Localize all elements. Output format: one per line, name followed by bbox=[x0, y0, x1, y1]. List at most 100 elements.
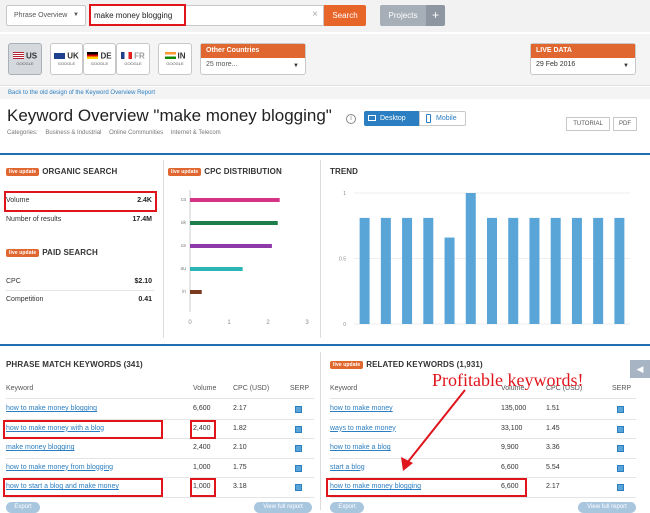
cpc-cell: 3.36 bbox=[546, 444, 560, 451]
volume-cell: 6,600 bbox=[501, 463, 519, 471]
category-item[interactable]: Business & Industrial bbox=[45, 130, 101, 136]
category-item[interactable]: Online Communities bbox=[109, 130, 163, 136]
related-keywords-header: live update RELATED KEYWORDS (1,931) bbox=[330, 360, 483, 369]
table-header-line bbox=[330, 398, 636, 399]
col-serp[interactable]: SERP bbox=[612, 385, 631, 392]
highlight-volume bbox=[4, 191, 157, 212]
volume-cell: 6,600 bbox=[193, 405, 211, 412]
trend-bar bbox=[380, 217, 391, 324]
x-tick-label: 3 bbox=[305, 320, 309, 326]
chat-icon[interactable]: ◀ bbox=[630, 360, 650, 378]
view-full-report-button[interactable]: View full report bbox=[254, 502, 312, 513]
add-project-button[interactable]: + bbox=[426, 5, 445, 26]
serp-icon[interactable] bbox=[295, 484, 302, 491]
keyword-link[interactable]: ways to make money bbox=[330, 425, 396, 432]
serp-icon[interactable] bbox=[617, 445, 624, 452]
clear-icon[interactable]: × bbox=[312, 9, 318, 20]
country-de-button[interactable]: DE GOOGLE bbox=[83, 43, 116, 75]
cpc-distribution-title: CPC DISTRIBUTION bbox=[204, 167, 282, 177]
cpc-bar bbox=[190, 290, 202, 294]
trend-bar bbox=[508, 217, 519, 324]
old-design-link[interactable]: Back to the old design of the Keyword Ov… bbox=[0, 87, 650, 99]
category-item[interactable]: Internet & Telecom bbox=[171, 130, 221, 136]
keyword-link[interactable]: how to make money bbox=[330, 405, 393, 412]
serp-icon[interactable] bbox=[295, 425, 302, 433]
mobile-icon bbox=[426, 114, 431, 123]
live-data-date: 29 Feb 2016 bbox=[536, 61, 576, 68]
country-fr-button[interactable]: FR GOOGLE bbox=[116, 43, 150, 75]
divider bbox=[6, 290, 154, 291]
country-in-button[interactable]: IN GOOGLE bbox=[158, 43, 192, 75]
country-us-button[interactable]: US GOOGLE bbox=[8, 43, 42, 75]
trend-bar bbox=[529, 217, 540, 324]
chevron-down-icon: ▼ bbox=[73, 12, 79, 18]
col-serp[interactable]: SERP bbox=[290, 385, 309, 392]
phrase-match-title: PHRASE MATCH KEYWORDS (341) bbox=[6, 360, 143, 369]
col-volume[interactable]: Volume bbox=[193, 385, 216, 392]
report-type-label: Phrase Overview bbox=[14, 12, 68, 19]
col-keyword[interactable]: Keyword bbox=[330, 385, 357, 392]
serp-icon[interactable] bbox=[295, 406, 302, 413]
report-type-select[interactable]: Phrase Overview ▼ bbox=[6, 5, 86, 26]
other-countries-label: Other Countries bbox=[201, 44, 305, 58]
tutorial-button[interactable]: TUTORIAL bbox=[566, 117, 610, 131]
serp-icon[interactable] bbox=[617, 406, 624, 413]
us-flag-icon bbox=[12, 52, 24, 60]
in-flag-icon bbox=[164, 52, 176, 60]
trend-bar bbox=[550, 217, 561, 324]
metric-label: Competition bbox=[6, 296, 44, 303]
trend-bar bbox=[359, 217, 370, 324]
view-full-report-button[interactable]: View full report bbox=[578, 502, 636, 513]
highlight-row bbox=[3, 478, 163, 497]
organic-search-header: live update ORGANIC SEARCH bbox=[6, 167, 117, 176]
live-data-select[interactable]: LIVE DATA 29 Feb 2016 ▼ bbox=[530, 43, 636, 75]
country-code: DE bbox=[100, 51, 112, 61]
serp-icon[interactable] bbox=[617, 425, 624, 433]
engine-label: GOOGLE bbox=[90, 61, 109, 67]
row-divider bbox=[330, 457, 636, 459]
keyword-link[interactable]: start a blog bbox=[330, 464, 365, 471]
keyword-link[interactable]: how to make a blog bbox=[330, 444, 391, 451]
cpc-cell: 5.54 bbox=[546, 463, 560, 471]
serp-icon[interactable] bbox=[295, 445, 302, 452]
export-button[interactable]: Export bbox=[6, 502, 40, 513]
country-code: IN bbox=[177, 51, 186, 61]
keyword-link[interactable]: make money blogging bbox=[6, 444, 75, 451]
col-keyword[interactable]: Keyword bbox=[6, 385, 33, 392]
highlight-row bbox=[326, 478, 527, 497]
country-uk-button[interactable]: UK GOOGLE bbox=[50, 43, 83, 75]
category-label: uk bbox=[181, 220, 187, 226]
live-update-badge: live update bbox=[168, 167, 202, 176]
mobile-toggle[interactable]: Mobile bbox=[419, 111, 466, 126]
phrase-match-header: PHRASE MATCH KEYWORDS (341) bbox=[6, 360, 143, 369]
serp-icon[interactable] bbox=[617, 484, 624, 491]
desktop-toggle[interactable]: Desktop bbox=[364, 111, 419, 126]
serp-icon[interactable] bbox=[617, 464, 624, 472]
col-cpc[interactable]: CPC (USD) bbox=[233, 385, 269, 392]
keyword-link[interactable]: how to make money blogging bbox=[6, 405, 97, 412]
pdf-button[interactable]: PDF bbox=[613, 117, 637, 131]
engine-label: GOOGLE bbox=[166, 61, 184, 67]
country-code: UK bbox=[67, 51, 79, 61]
annotation-arrow bbox=[401, 389, 466, 471]
metric-value: 17.4M bbox=[132, 216, 152, 223]
volume-cell: 33,100 bbox=[501, 424, 523, 432]
y-tick-label: 1 bbox=[343, 191, 346, 197]
paid-search-title: PAID SEARCH bbox=[42, 248, 98, 258]
export-button[interactable]: Export bbox=[330, 502, 364, 513]
trend-header: TREND bbox=[330, 167, 358, 176]
trend-chart: 00.51 bbox=[339, 191, 630, 328]
page-title: Keyword Overview "make money blogging" bbox=[7, 106, 332, 125]
keyword-link[interactable]: how to make money from blogging bbox=[6, 464, 113, 471]
country-bar: US GOOGLE UK GOOGLE DE GOOGLE FR GOOGLE … bbox=[0, 34, 650, 86]
info-icon[interactable]: i bbox=[346, 114, 356, 124]
projects-button[interactable]: Projects bbox=[380, 5, 426, 26]
other-countries-select[interactable]: Other Countries 25 more... ▼ bbox=[200, 43, 306, 75]
y-tick-label: 0 bbox=[343, 322, 346, 328]
cpc-cell: 2.17 bbox=[233, 405, 247, 412]
serp-icon[interactable] bbox=[295, 464, 302, 472]
panel-divider bbox=[320, 352, 321, 510]
search-button[interactable]: Search bbox=[324, 5, 366, 26]
cpc-cell: 3.18 bbox=[233, 483, 247, 490]
engine-label: GOOGLE bbox=[124, 61, 142, 67]
